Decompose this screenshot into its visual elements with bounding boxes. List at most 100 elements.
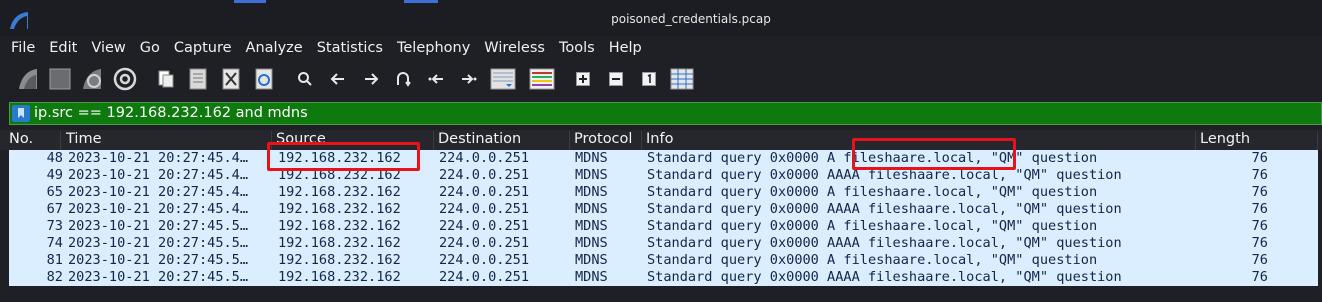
menu-help[interactable]: Help bbox=[609, 40, 642, 56]
packet-length: 76 bbox=[1251, 184, 1268, 200]
packet-time: 2023-10-21 20:27:45.4… bbox=[68, 150, 249, 166]
menu-file[interactable]: File bbox=[11, 40, 35, 56]
packet-list-header: No. Time Source Destination Protocol Inf… bbox=[0, 130, 1322, 150]
packet-no: 74 bbox=[46, 235, 63, 251]
packet-info: Standard query 0x0000 AAAA fileshaare.lo… bbox=[647, 269, 1122, 285]
menu-statistics[interactable]: Statistics bbox=[317, 40, 383, 56]
packet-destination: 224.0.0.251 bbox=[439, 218, 530, 234]
go-back-icon[interactable] bbox=[324, 65, 352, 93]
packet-source: 192.168.232.162 bbox=[278, 184, 401, 200]
open-file-icon[interactable] bbox=[152, 65, 180, 93]
packet-row[interactable]: 74 2023-10-21 20:27:45.5… 192.168.232.16… bbox=[9, 235, 1318, 252]
window-accent-right bbox=[404, 0, 438, 3]
bottom-divider bbox=[0, 288, 1322, 302]
packet-protocol: MDNS bbox=[575, 218, 608, 234]
save-file-icon[interactable] bbox=[184, 65, 212, 93]
zoom-out-icon[interactable] bbox=[602, 65, 630, 93]
title-bar: poisoned_credentials.pcap bbox=[0, 0, 1322, 36]
filter-bookmark-icon[interactable] bbox=[12, 105, 30, 122]
search-icon[interactable] bbox=[291, 65, 319, 93]
packet-no: 82 bbox=[46, 269, 63, 285]
menu-capture[interactable]: Capture bbox=[174, 40, 232, 56]
packet-destination: 224.0.0.251 bbox=[439, 150, 530, 166]
normal-size-icon[interactable] bbox=[635, 65, 663, 93]
column-header-no[interactable]: No. bbox=[5, 131, 61, 150]
menu-go[interactable]: Go bbox=[140, 40, 160, 56]
packet-row[interactable]: 65 2023-10-21 20:27:45.4… 192.168.232.16… bbox=[9, 184, 1318, 201]
menu-edit[interactable]: Edit bbox=[49, 40, 77, 56]
packet-no: 48 bbox=[46, 150, 63, 166]
restart-capture-icon[interactable] bbox=[78, 65, 106, 93]
packet-destination: 224.0.0.251 bbox=[439, 184, 530, 200]
packet-destination: 224.0.0.251 bbox=[439, 252, 530, 268]
column-header-protocol[interactable]: Protocol bbox=[570, 131, 642, 150]
packet-no: 49 bbox=[46, 167, 63, 183]
packet-time: 2023-10-21 20:27:45.4… bbox=[68, 201, 249, 217]
capture-options-icon[interactable] bbox=[111, 65, 139, 93]
auto-scroll-icon[interactable] bbox=[488, 65, 518, 93]
packet-row[interactable]: 81 2023-10-21 20:27:45.5… 192.168.232.16… bbox=[9, 252, 1318, 269]
packet-no: 81 bbox=[46, 252, 63, 268]
packet-source: 192.168.232.162 bbox=[278, 218, 401, 234]
packet-row[interactable]: 73 2023-10-21 20:27:45.5… 192.168.232.16… bbox=[9, 218, 1318, 235]
packet-destination: 224.0.0.251 bbox=[439, 167, 530, 183]
menu-analyze[interactable]: Analyze bbox=[246, 40, 303, 56]
first-packet-icon[interactable] bbox=[422, 65, 450, 93]
packet-time: 2023-10-21 20:27:45.5… bbox=[68, 218, 249, 234]
packet-length: 76 bbox=[1251, 235, 1268, 251]
packet-info: Standard query 0x0000 AAAA fileshaare.lo… bbox=[647, 235, 1122, 251]
stop-capture-icon[interactable] bbox=[46, 65, 74, 93]
packet-no: 65 bbox=[46, 184, 63, 200]
menu-view[interactable]: View bbox=[91, 40, 125, 56]
packet-time: 2023-10-21 20:27:45.4… bbox=[68, 184, 249, 200]
packet-protocol: MDNS bbox=[575, 269, 608, 285]
display-filter-bar[interactable]: ip.src == 192.168.232.162 and mdns bbox=[9, 102, 1322, 125]
reload-file-icon[interactable] bbox=[250, 65, 278, 93]
packet-destination: 224.0.0.251 bbox=[439, 235, 530, 251]
packet-info: Standard query 0x0000 A fileshaare.local… bbox=[647, 252, 1098, 268]
packet-protocol: MDNS bbox=[575, 150, 608, 166]
packet-time: 2023-10-21 20:27:45.4… bbox=[68, 167, 249, 183]
packet-source: 192.168.232.162 bbox=[278, 235, 401, 251]
colorize-icon[interactable] bbox=[527, 65, 557, 93]
column-header-destination[interactable]: Destination bbox=[434, 131, 570, 150]
packet-protocol: MDNS bbox=[575, 167, 608, 183]
packet-row[interactable]: 48 2023-10-21 20:27:45.4… 192.168.232.16… bbox=[9, 150, 1318, 167]
packet-time: 2023-10-21 20:27:45.5… bbox=[68, 235, 249, 251]
menu-wireless[interactable]: Wireless bbox=[484, 40, 545, 56]
last-packet-icon[interactable] bbox=[455, 65, 483, 93]
packet-no: 73 bbox=[46, 218, 63, 234]
menu-bar: File Edit View Go Capture Analyze Statis… bbox=[0, 36, 1322, 60]
packet-info: Standard query 0x0000 AAAA fileshaare.lo… bbox=[647, 201, 1122, 217]
window-title: poisoned_credentials.pcap bbox=[611, 12, 771, 26]
window-accent-left bbox=[234, 0, 266, 3]
source-highlight-box bbox=[267, 142, 420, 171]
column-header-time[interactable]: Time bbox=[62, 131, 272, 150]
packet-length: 76 bbox=[1251, 201, 1268, 217]
packet-protocol: MDNS bbox=[575, 184, 608, 200]
resize-columns-icon[interactable] bbox=[668, 65, 696, 93]
column-header-length[interactable]: Length bbox=[1196, 131, 1318, 150]
packet-time: 2023-10-21 20:27:45.5… bbox=[68, 252, 249, 268]
packet-row[interactable]: 49 2023-10-21 20:27:45.4… 192.168.232.16… bbox=[9, 167, 1318, 184]
packet-list: No. Time Source Destination Protocol Inf… bbox=[0, 130, 1322, 302]
packet-info: Standard query 0x0000 A fileshaare.local… bbox=[647, 218, 1098, 234]
packet-protocol: MDNS bbox=[575, 252, 608, 268]
hostname-highlight-box bbox=[852, 138, 1016, 170]
go-to-packet-icon[interactable] bbox=[389, 65, 417, 93]
packet-row[interactable]: 67 2023-10-21 20:27:45.4… 192.168.232.16… bbox=[9, 201, 1318, 218]
go-forward-icon[interactable] bbox=[357, 65, 385, 93]
shark-fin-icon[interactable] bbox=[14, 65, 42, 93]
packet-length: 76 bbox=[1251, 269, 1268, 285]
close-file-icon[interactable] bbox=[217, 65, 245, 93]
zoom-in-icon[interactable] bbox=[569, 65, 597, 93]
packet-length: 76 bbox=[1251, 150, 1268, 166]
packet-no: 67 bbox=[46, 201, 63, 217]
display-filter-input[interactable]: ip.src == 192.168.232.162 and mdns bbox=[34, 105, 308, 121]
packet-length: 76 bbox=[1251, 218, 1268, 234]
menu-tools[interactable]: Tools bbox=[559, 40, 595, 56]
packet-protocol: MDNS bbox=[575, 235, 608, 251]
menu-telephony[interactable]: Telephony bbox=[397, 40, 470, 56]
packet-rows: 48 2023-10-21 20:27:45.4… 192.168.232.16… bbox=[9, 150, 1318, 286]
packet-row[interactable]: 82 2023-10-21 20:27:45.5… 192.168.232.16… bbox=[9, 269, 1318, 286]
